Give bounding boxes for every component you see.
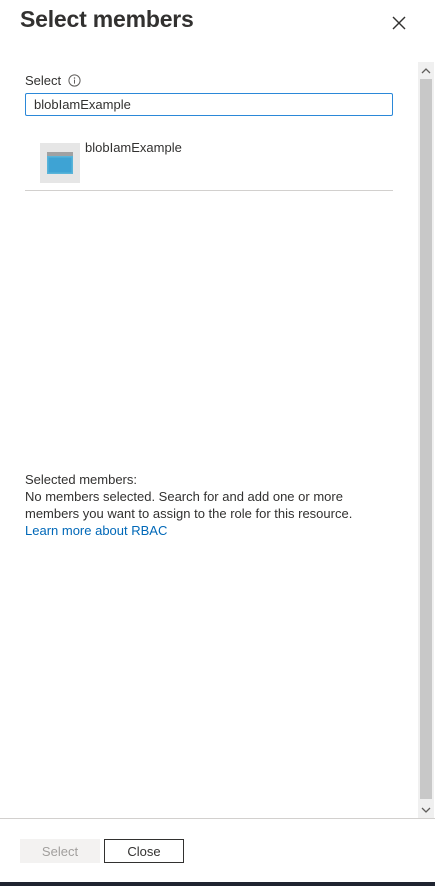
- selected-members-section: Selected members: No members selected. S…: [25, 471, 395, 539]
- info-icon[interactable]: [68, 74, 81, 87]
- application-icon: [40, 143, 80, 183]
- search-result-name: blobIamExample: [85, 140, 182, 155]
- member-search-input[interactable]: [25, 93, 393, 116]
- search-result-item[interactable]: blobIamExample: [25, 135, 393, 191]
- panel-footer: Select Close: [0, 818, 435, 883]
- learn-more-rbac-link[interactable]: Learn more about RBAC: [25, 523, 167, 538]
- panel-content: Select blobIamExample Selected: [0, 60, 435, 818]
- scroll-up-arrow-icon[interactable]: [418, 62, 434, 78]
- select-label-text: Select: [25, 73, 62, 88]
- no-members-message: No members selected. Search for and add …: [25, 489, 353, 521]
- scroll-down-arrow-icon[interactable]: [418, 802, 434, 818]
- panel-title: Select members: [20, 6, 194, 32]
- select-field-label: Select: [25, 73, 81, 88]
- select-members-panel: Select members Select blobIamExample blo…: [0, 0, 435, 886]
- scrollbar-thumb[interactable]: [420, 79, 432, 799]
- selected-members-heading: Selected members:: [25, 472, 137, 487]
- select-button[interactable]: Select: [20, 839, 100, 863]
- close-button[interactable]: Close: [104, 839, 184, 863]
- close-icon[interactable]: [388, 12, 410, 34]
- bottom-edge-bar: [0, 882, 435, 886]
- vertical-scrollbar[interactable]: [418, 62, 434, 818]
